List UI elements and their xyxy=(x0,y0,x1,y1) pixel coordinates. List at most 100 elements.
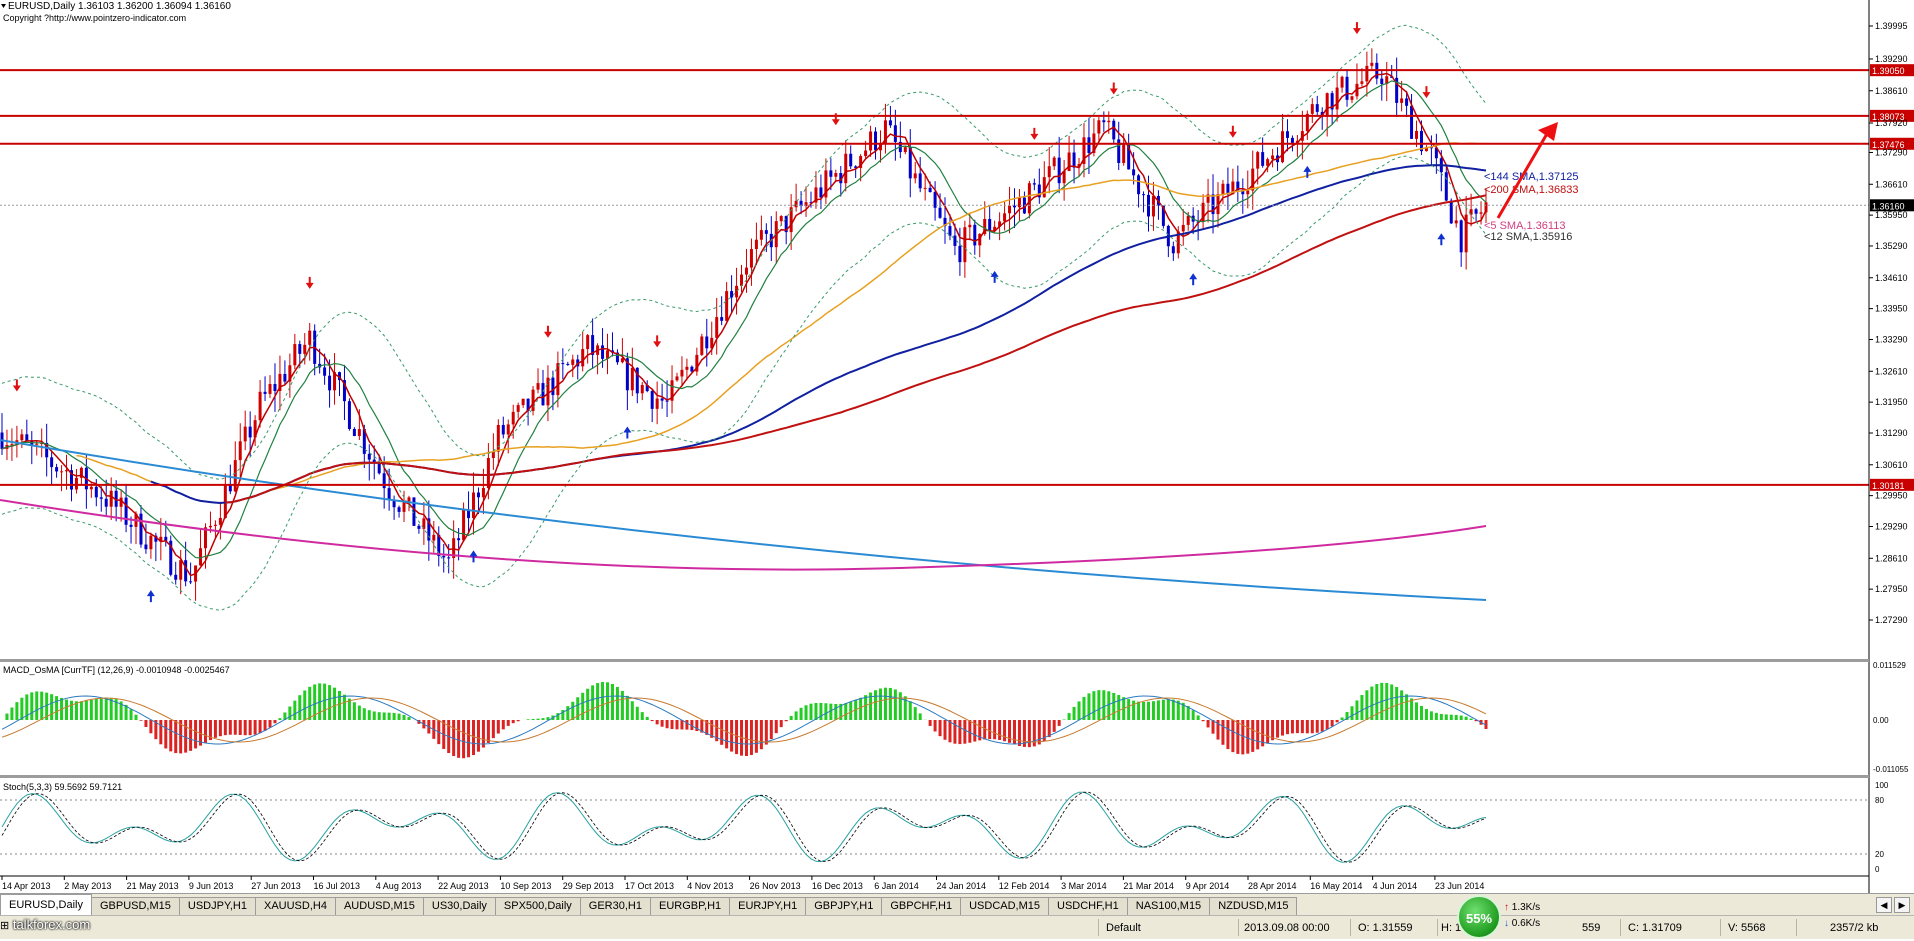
macd-bar xyxy=(581,693,584,720)
candle-body xyxy=(1028,183,1031,213)
candle-body xyxy=(1360,81,1363,84)
chart-tab[interactable]: US30,Daily xyxy=(423,897,496,915)
candle-body xyxy=(303,345,306,354)
chart-tab[interactable]: XAUUSD,H4 xyxy=(255,897,336,915)
macd-bar xyxy=(730,720,733,752)
price-chart[interactable]: 0.0115290.00-0.011055 10080200 1.390501.… xyxy=(0,0,1914,893)
macd-bar xyxy=(269,720,272,727)
chart-tab[interactable]: GBPJPY,H1 xyxy=(805,897,882,915)
upload-speed: ↑ 1.3K/s xyxy=(1504,902,1540,913)
macd-bar xyxy=(1236,720,1239,754)
macd-bar xyxy=(879,689,882,720)
chart-tab[interactable]: EURGBP,H1 xyxy=(650,897,730,915)
macd-bar xyxy=(1460,716,1463,720)
candle-body xyxy=(125,498,128,525)
chart-tab[interactable]: NZDUSD,M15 xyxy=(1209,897,1297,915)
candle-body xyxy=(1053,158,1056,167)
macd-bar xyxy=(859,698,862,720)
candle-body xyxy=(929,188,932,192)
candle-body xyxy=(765,230,768,234)
macd-bar xyxy=(90,700,93,720)
macd-bar xyxy=(998,720,1001,740)
chart-tab[interactable]: USDCAD,M15 xyxy=(960,897,1049,915)
macd-bar xyxy=(1013,720,1016,744)
macd-bar xyxy=(517,720,520,721)
chart-tab[interactable]: GBPCHF,H1 xyxy=(881,897,961,915)
macd-bar xyxy=(919,713,922,720)
macd-bar xyxy=(393,713,396,720)
candle-body xyxy=(1405,98,1408,105)
macd-bar xyxy=(1450,715,1453,720)
candle-body xyxy=(1033,183,1036,184)
chart-tab[interactable]: USDJPY,H1 xyxy=(179,897,256,915)
chart-tab[interactable]: NAS100,M15 xyxy=(1127,897,1210,915)
macd-bar xyxy=(1087,693,1090,720)
candle-body xyxy=(368,454,371,460)
macd-bar xyxy=(30,692,33,720)
candle-body xyxy=(651,391,654,409)
stoch-axis-label: 0 xyxy=(1875,865,1880,874)
macd-bar xyxy=(586,689,589,720)
candle-body xyxy=(35,444,38,445)
macd-bar xyxy=(532,719,535,720)
macd-bar xyxy=(1410,698,1413,720)
candle-body xyxy=(403,503,406,512)
macd-bar xyxy=(1430,711,1433,720)
macd-bar xyxy=(1073,707,1076,720)
macd-bar xyxy=(10,708,13,720)
chart-tab[interactable]: AUDUSD,M15 xyxy=(335,897,424,915)
candle-body xyxy=(1097,120,1100,133)
date-tick-label: 12 Feb 2014 xyxy=(999,881,1050,891)
candle-body xyxy=(209,526,212,527)
scroll-right-icon[interactable]: ▶ xyxy=(1894,897,1910,913)
macd-bar xyxy=(1385,683,1388,720)
candle-body xyxy=(199,548,202,565)
candle-body xyxy=(1112,121,1115,140)
chart-tab[interactable]: SPX500,Daily xyxy=(495,897,581,915)
macd-bar xyxy=(993,720,996,739)
macd-bar xyxy=(100,698,103,720)
macd-bar xyxy=(805,705,808,720)
macd-bar xyxy=(795,711,798,720)
macd-bar xyxy=(234,720,237,735)
macd-bar xyxy=(1360,695,1363,720)
chart-tab[interactable]: EURJPY,H1 xyxy=(729,897,806,915)
current-price-label: 1.36160 xyxy=(1872,201,1905,211)
candle-body xyxy=(730,291,733,297)
candle-body xyxy=(50,457,53,467)
macd-bar xyxy=(239,720,242,735)
chart-tab[interactable]: GBPUSD,M15 xyxy=(91,897,180,915)
candle-body xyxy=(149,536,152,549)
scroll-left-icon[interactable]: ◀ xyxy=(1876,897,1892,913)
candle-body xyxy=(328,376,331,391)
candle-body xyxy=(551,378,554,395)
macd-bar xyxy=(343,695,346,720)
status-bar: Default 2013.09.08 00:00 O: 1.31559 H: 1… xyxy=(0,915,1914,939)
candle-body xyxy=(1018,198,1021,208)
chart-tab[interactable]: GER30,H1 xyxy=(580,897,651,915)
candle-body xyxy=(1365,66,1368,81)
candle-body xyxy=(1172,246,1175,253)
price-tick-label: 1.27950 xyxy=(1875,584,1908,594)
chart-tab[interactable]: EURUSD,Daily xyxy=(0,894,92,915)
macd-bar xyxy=(1028,720,1031,747)
macd-bar xyxy=(760,720,763,749)
chart-tab[interactable]: USDCHF,H1 xyxy=(1048,897,1128,915)
macd-bar xyxy=(745,720,748,756)
date-tick-label: 4 Aug 2013 xyxy=(376,881,422,891)
svg-text:MACD_OsMA [CurrTF] (12,26,9) -: MACD_OsMA [CurrTF] (12,26,9) -0.0010948 … xyxy=(3,665,230,675)
candle-body xyxy=(283,374,286,382)
candle-body xyxy=(273,384,276,391)
macd-bar xyxy=(1395,687,1398,720)
macd-bar xyxy=(621,691,624,720)
macd-bar xyxy=(353,702,356,720)
date-tick-label: 16 May 2014 xyxy=(1310,881,1362,891)
macd-bar xyxy=(1018,720,1021,746)
candle-body xyxy=(1048,166,1051,177)
candle-body xyxy=(1142,194,1145,195)
connection-badge[interactable]: 55% xyxy=(1457,895,1501,939)
candle-body xyxy=(462,510,465,540)
upload-arrow-icon: ↑ xyxy=(1504,902,1509,913)
candle-body xyxy=(631,368,634,390)
macd-bar xyxy=(661,720,664,727)
